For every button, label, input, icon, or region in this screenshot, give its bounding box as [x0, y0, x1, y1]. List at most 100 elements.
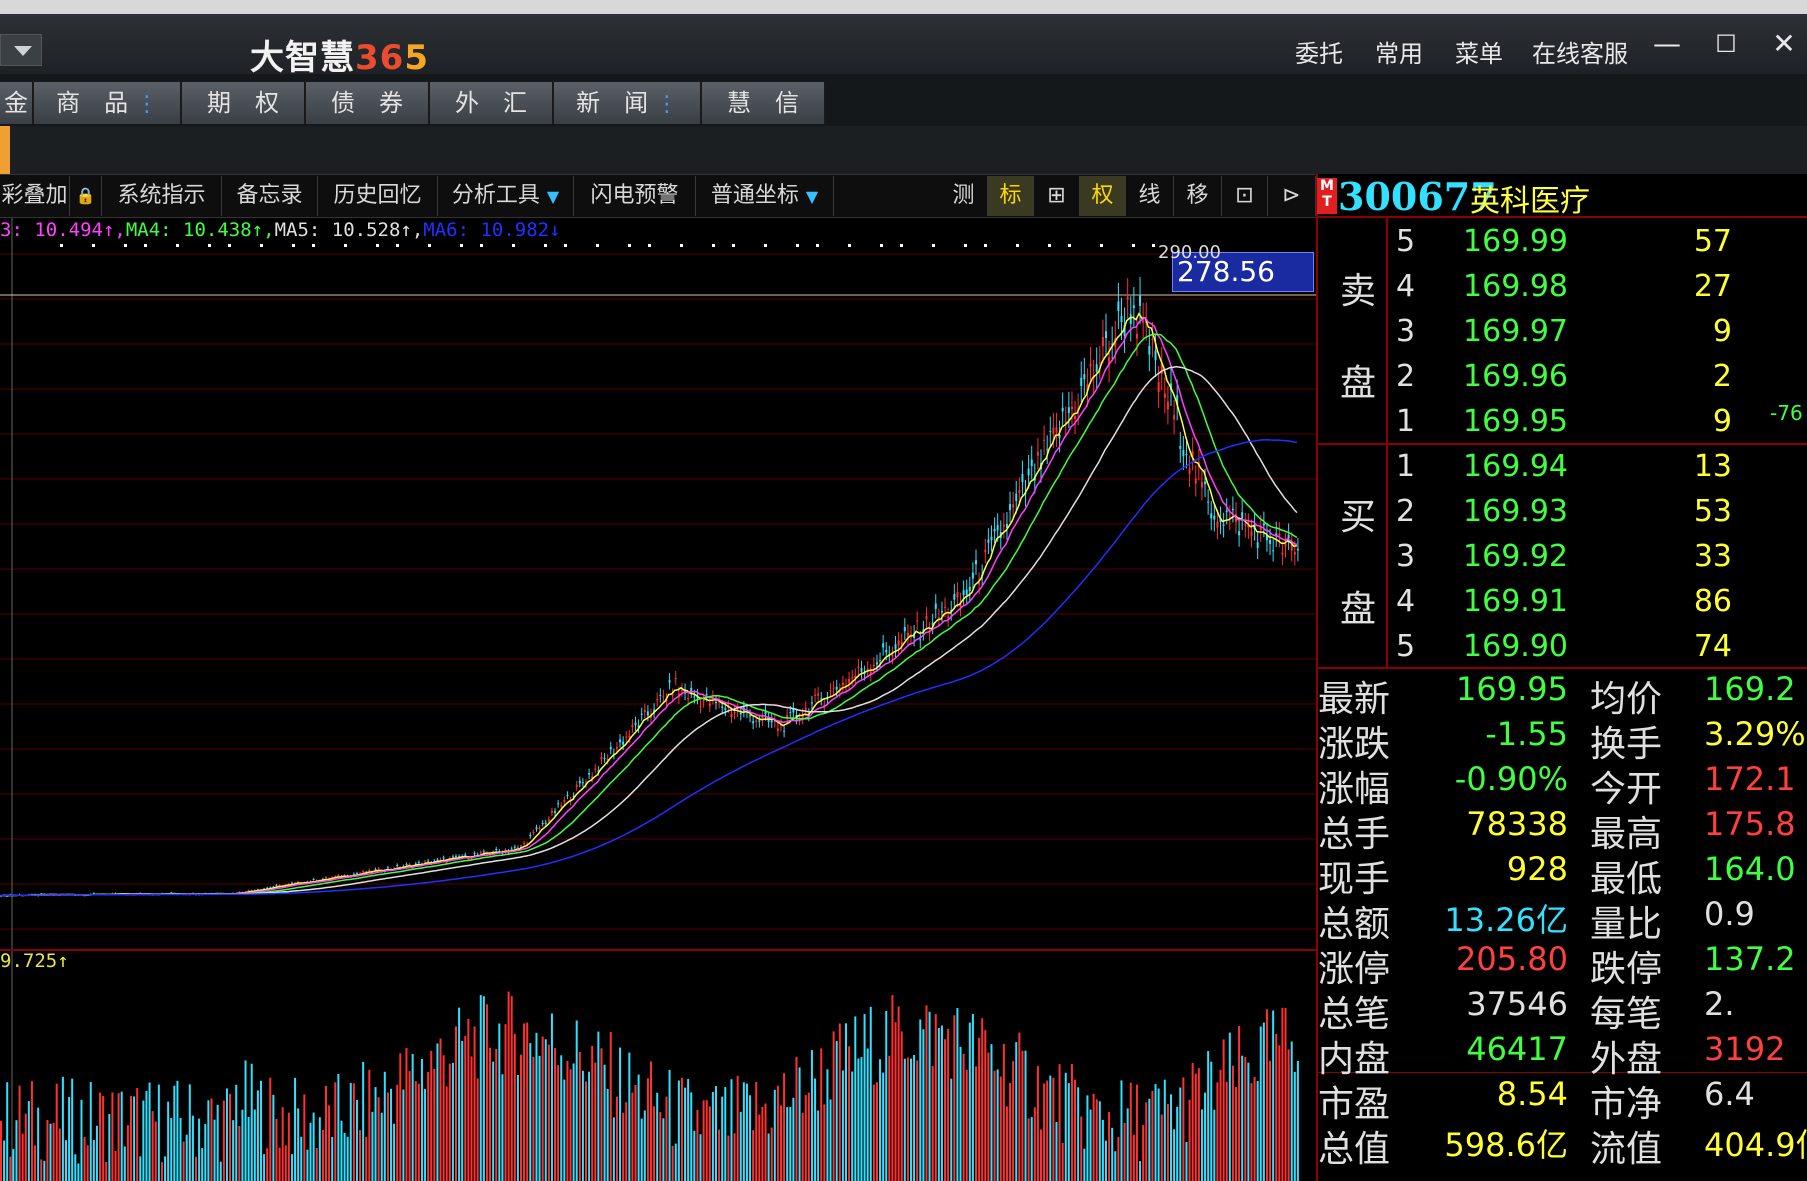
volume-bar	[21, 1133, 24, 1181]
tab-commodity[interactable]: 商 品 ⋮	[34, 82, 182, 124]
volume-bar	[216, 1104, 219, 1181]
window-icon[interactable]: ⊡	[1222, 176, 1268, 216]
maximize-icon[interactable]: ☐	[1697, 24, 1755, 64]
tab-label: 金	[4, 89, 28, 117]
dropdown-arrow-icon[interactable]: ▼	[806, 187, 818, 206]
sell-volume: 9	[1712, 314, 1732, 349]
volume-bar	[89, 1082, 92, 1181]
rights-button[interactable]: 权	[1080, 176, 1126, 216]
lock-icon[interactable]: 🔒	[70, 176, 102, 216]
grid-icon[interactable]: ⊞	[1034, 176, 1080, 216]
candle-body	[1241, 512, 1244, 519]
volume-bar	[207, 1100, 210, 1181]
tab-news[interactable]: 新 闻 ⋮	[554, 82, 702, 124]
volume-bar	[770, 1127, 773, 1181]
candle-body	[776, 728, 779, 731]
volume-bar	[566, 1061, 569, 1181]
buy-price[interactable]: 169.93	[1428, 494, 1568, 529]
more-icon[interactable]: ⋮	[656, 92, 678, 117]
tab-label: 期 权	[207, 89, 279, 117]
event-marker	[764, 244, 767, 247]
buy-price[interactable]: 169.94	[1428, 449, 1568, 484]
menu-main[interactable]: 菜单	[1455, 34, 1503, 69]
buy-price[interactable]: 169.92	[1428, 539, 1568, 574]
more-icon[interactable]: ⋮	[136, 92, 158, 117]
menu-common[interactable]: 常用	[1375, 34, 1423, 69]
menu-online-service[interactable]: 在线客服	[1532, 34, 1628, 69]
candle-body	[934, 603, 937, 610]
candle-body	[1132, 305, 1135, 309]
candle-body	[1101, 337, 1104, 347]
dropdown-arrow-icon[interactable]	[0, 34, 42, 66]
volume-bar	[151, 1111, 154, 1181]
volume-bar	[1108, 1111, 1111, 1181]
close-icon[interactable]: ✕	[1755, 24, 1807, 64]
volume-bar	[866, 1048, 869, 1181]
tab-label: 慧 信	[727, 89, 799, 117]
mark-button[interactable]: 标	[988, 176, 1034, 216]
volume-bar	[783, 1073, 786, 1181]
analysis-tools-button[interactable]: 分析工具 ▼	[438, 176, 574, 216]
candlestick-chart[interactable]	[0, 218, 1316, 1181]
minimize-icon[interactable]: —	[1638, 24, 1696, 64]
candle-body	[544, 822, 547, 824]
candle-body	[615, 747, 618, 749]
volume-bar	[256, 1090, 259, 1181]
dropdown-arrow-icon[interactable]: ▼	[547, 187, 559, 206]
sell-price[interactable]: 169.98	[1428, 269, 1568, 304]
volume-bar	[272, 1094, 275, 1181]
system-indicator-button[interactable]: 系统指示	[102, 176, 222, 216]
volume-bar	[371, 1111, 374, 1181]
sell-price[interactable]: 169.95	[1428, 404, 1568, 439]
volume-bar	[145, 1090, 148, 1181]
volume-bar	[204, 1124, 207, 1181]
buy-price[interactable]: 169.91	[1428, 584, 1568, 619]
candle-body	[814, 694, 817, 696]
volume-bar	[92, 1140, 95, 1181]
tab-huixin[interactable]: 慧 信	[702, 82, 826, 124]
volume-bar	[278, 1147, 281, 1181]
candle-body	[699, 706, 702, 708]
candle-body	[510, 848, 513, 850]
volume-bar	[479, 995, 482, 1181]
volume-bar	[968, 1022, 971, 1181]
menu-entrust[interactable]: 委托	[1295, 34, 1343, 69]
tab-bonds[interactable]: 债 券	[306, 82, 430, 124]
stock-name[interactable]: 英科医疗	[1470, 176, 1590, 220]
volume-bar	[464, 1036, 467, 1181]
volume-bar	[260, 1080, 262, 1181]
memo-button[interactable]: 备忘录	[222, 176, 318, 216]
sell-volume: 57	[1693, 224, 1732, 259]
volume-bar	[430, 1050, 433, 1181]
volume-bar	[826, 1069, 829, 1181]
move-button[interactable]: 移	[1174, 176, 1222, 216]
event-marker	[60, 244, 63, 247]
next-icon[interactable]: ⊳	[1268, 176, 1316, 216]
coordinate-button[interactable]: 普通坐标 ▼	[696, 176, 834, 216]
volume-bar	[43, 1160, 46, 1181]
candle-body	[962, 590, 965, 596]
sell-price[interactable]: 169.96	[1428, 359, 1568, 394]
buy-price[interactable]: 169.90	[1428, 629, 1568, 664]
lightning-alert-button[interactable]: 闪电预警	[574, 176, 696, 216]
volume-bar	[83, 1136, 86, 1181]
volume-bar	[999, 1076, 1002, 1181]
event-marker	[596, 244, 599, 247]
line-button[interactable]: 线	[1126, 176, 1174, 216]
overlay-button[interactable]: 彩叠加	[0, 176, 70, 216]
volume-bar	[157, 1084, 160, 1181]
volume-bar	[210, 1098, 213, 1181]
candle-body	[529, 834, 532, 837]
volume-bar	[136, 1088, 139, 1181]
history-button[interactable]: 历史回忆	[318, 176, 438, 216]
measure-button[interactable]: 测	[940, 176, 988, 216]
sell-price[interactable]: 169.97	[1428, 314, 1568, 349]
tab-forex[interactable]: 外 汇	[430, 82, 554, 124]
tab-gold[interactable]: 金	[0, 82, 34, 124]
tab-options[interactable]: 期 权	[182, 82, 306, 124]
volume-bar	[1070, 1064, 1073, 1181]
sell-price[interactable]: 169.99	[1428, 224, 1568, 259]
candle-body	[374, 868, 377, 870]
candle-body	[594, 768, 597, 770]
event-marker	[512, 244, 515, 247]
